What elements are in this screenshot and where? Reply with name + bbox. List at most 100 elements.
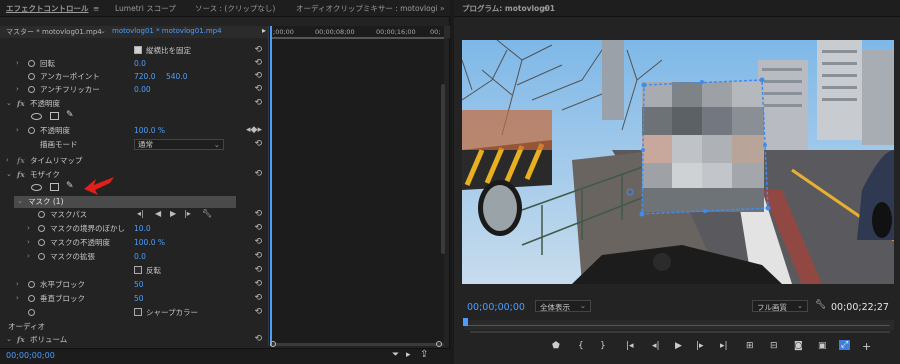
ellipse-mask-icon[interactable] [31,184,42,191]
collapse-chevron-icon[interactable]: ⌄ [6,333,12,346]
reset-icon[interactable]: ⟲ [254,138,262,151]
fx-badge[interactable]: fx [17,97,25,110]
fx-badge[interactable]: fx [17,333,25,346]
rotation-value[interactable]: 0.0 [134,57,146,70]
collapse-chevron-icon[interactable]: ⌄ [6,97,12,110]
timeline-zoom-bar[interactable] [272,343,444,346]
zoom-handle-right[interactable] [436,341,442,347]
export-icon[interactable]: ⇪ [420,349,428,360]
ellipse-mask-icon[interactable] [31,113,42,120]
mark-in-icon[interactable]: { [578,341,584,351]
stopwatch-icon[interactable] [28,295,35,302]
tab-source[interactable]: ソース : (クリップなし) [195,3,275,15]
rectangle-mask-icon[interactable] [50,183,59,191]
dropdown-chevron-icon[interactable]: ⌄ [100,27,106,35]
reset-icon[interactable]: ⟲ [254,70,262,83]
reset-icon[interactable]: ⟲ [254,83,262,96]
mark-out-icon[interactable]: } [600,341,606,351]
sharp-colors-checkbox[interactable] [134,308,142,316]
anchor-y-value[interactable]: 540.0 [166,70,187,83]
tab-menu-icon[interactable]: ≡ [93,3,99,15]
expand-chevron-icon[interactable]: › [27,222,30,235]
stopwatch-icon[interactable] [38,225,45,232]
effect-timeline[interactable] [268,26,444,346]
filter-icon[interactable]: ⏷ [392,350,399,360]
reset-icon[interactable]: ⟲ [254,278,262,291]
expand-chevron-icon[interactable]: › [16,83,19,96]
scrollbar[interactable] [441,84,445,254]
reset-icon[interactable]: ⟲ [254,250,262,263]
expand-chevron-icon[interactable]: › [16,292,19,305]
step-back-icon[interactable]: ◂| [652,341,660,351]
reset-icon[interactable]: ⟲ [254,168,262,181]
quality-select[interactable]: フル画質 ⌄ [752,300,808,312]
step-forward-icon[interactable]: |▸ [696,341,704,351]
vertical-blocks-value[interactable]: 50 [134,292,144,305]
reset-icon[interactable]: ⟲ [254,292,262,305]
expand-panels-icon[interactable]: » [440,3,445,15]
sequence-clip-label[interactable]: motovlog01 * motovlog01.mp4 [112,27,222,35]
stopwatch-icon[interactable] [28,73,35,80]
keyframe-nav-icon[interactable]: ◂◆▸ [246,124,262,137]
track-forward-one-icon[interactable]: |▸ [184,208,191,220]
stopwatch-icon[interactable] [28,309,35,316]
comparison-view-icon[interactable]: ⤢ [839,340,851,350]
extract-icon[interactable]: ⊟ [770,341,778,351]
reset-icon[interactable]: ⟲ [254,97,262,110]
tab-effect-controls[interactable]: エフェクトコントロール [6,3,89,15]
expand-chevron-icon[interactable]: › [16,278,19,291]
fx-badge[interactable]: fx [17,154,25,167]
opacity-value[interactable]: 100.0 % [134,124,165,137]
add-button-icon[interactable]: + [862,340,871,353]
expand-chevron-icon[interactable]: › [6,154,9,167]
reset-icon[interactable]: ⟲ [254,264,262,277]
play-audio-icon[interactable]: ▸ [406,350,411,360]
uniform-scale-checkbox[interactable] [134,46,142,54]
invert-checkbox[interactable] [134,266,142,274]
horizontal-blocks-value[interactable]: 50 [134,278,144,291]
rectangle-mask-icon[interactable] [50,112,59,120]
camera-icon[interactable]: ◙ [794,341,803,351]
zoom-bar[interactable] [470,331,890,333]
go-to-in-icon[interactable]: |◂ [626,341,634,351]
mask-expansion-value[interactable]: 0.0 [134,250,146,263]
reset-icon[interactable]: ⟲ [254,44,262,57]
tab-audio-mixer[interactable]: オーディオクリップミキサー : motovlogi [296,3,438,15]
expand-chevron-icon[interactable]: › [27,250,30,263]
current-timecode[interactable]: 00;00;00;00 [6,351,55,360]
mask-label[interactable]: マスク (1) [28,195,64,208]
expand-chevron-icon[interactable]: › [16,124,19,137]
program-current-timecode[interactable]: 00;00;00;00 [467,302,525,313]
reset-icon[interactable]: ⟲ [254,236,262,249]
reset-icon[interactable]: ⟲ [254,222,262,235]
stopwatch-icon[interactable] [28,281,35,288]
play-icon[interactable]: ▶ [675,341,682,351]
zoom-handle-left[interactable] [270,341,276,347]
stopwatch-icon[interactable] [28,127,35,134]
program-video-frame[interactable] [462,40,894,284]
track-forward-icon[interactable]: ▶ [170,208,176,220]
lift-icon[interactable]: ⊞ [746,341,754,351]
reset-icon[interactable]: ⟲ [254,333,262,346]
add-marker-icon[interactable]: ⬟ [552,341,560,351]
track-backward-icon[interactable]: ◀ [155,208,161,220]
stopwatch-icon[interactable] [28,86,35,93]
fit-select[interactable]: 全体表示 ⌄ [535,300,591,312]
expand-chevron-icon[interactable]: › [16,57,19,70]
multicam-icon[interactable]: ▣ [818,341,827,351]
stopwatch-icon[interactable] [28,60,35,67]
program-playhead[interactable] [463,318,468,326]
collapse-chevron-icon[interactable]: ⌄ [6,168,12,181]
pen-mask-icon[interactable]: ✎ [66,181,74,191]
stopwatch-icon[interactable] [38,253,45,260]
mask-feather-value[interactable]: 10.0 [134,222,151,235]
playhead-line[interactable] [270,26,272,346]
tab-menu-icon[interactable]: ≡ [542,3,548,15]
track-backward-one-icon[interactable]: ◂| [137,208,144,220]
go-to-out-icon[interactable]: ▸| [720,341,728,351]
expand-chevron-icon[interactable]: › [27,236,30,249]
stopwatch-icon[interactable] [38,239,45,246]
wrench-icon[interactable]: 🔧︎ [815,300,826,310]
mask-opacity-value[interactable]: 100.0 % [134,236,165,249]
reset-icon[interactable]: ⟲ [254,306,262,319]
